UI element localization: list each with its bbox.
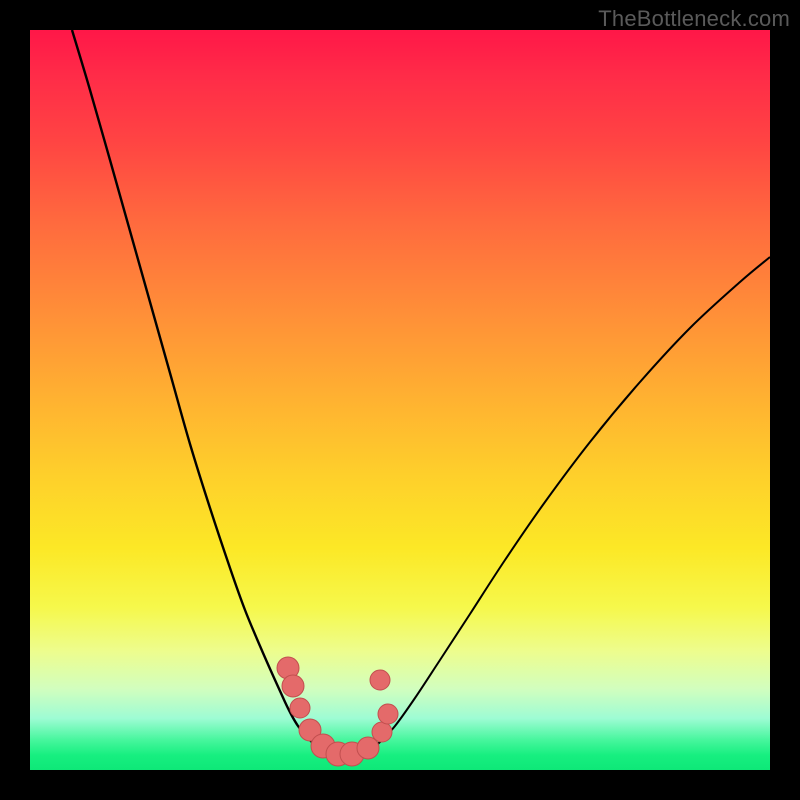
watermark-text: TheBottleneck.com (598, 6, 790, 32)
chart-marker-9 (378, 704, 398, 724)
plot-area (30, 30, 770, 770)
chart-marker-10 (370, 670, 390, 690)
chart-marker-2 (290, 698, 310, 718)
curve-left-path (72, 30, 320, 746)
chart-svg (30, 30, 770, 770)
marker-group (277, 657, 398, 766)
chart-marker-1 (282, 675, 304, 697)
chart-marker-8 (372, 722, 392, 742)
curve-group (72, 30, 770, 756)
curve-right-path (370, 257, 770, 750)
stage: TheBottleneck.com (0, 0, 800, 800)
